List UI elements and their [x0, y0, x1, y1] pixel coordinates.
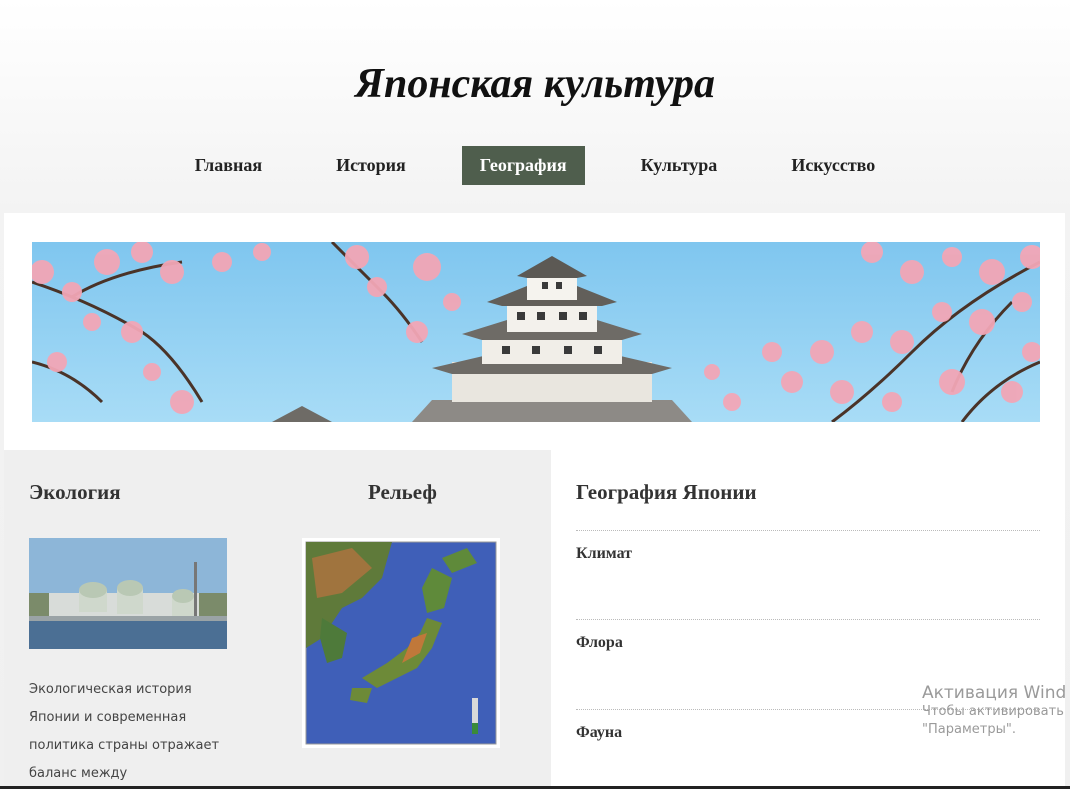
- section-fauna[interactable]: Фауна: [576, 724, 622, 742]
- left-panel: Экология Рельеф Экологическая история Яп…: [4, 450, 551, 789]
- ecology-text-line: Экологическая история: [29, 682, 192, 697]
- banner-container: [4, 213, 1065, 450]
- geography-heading: География Японии: [576, 480, 757, 504]
- relief-heading: Рельеф: [368, 480, 437, 504]
- nav-item-culture[interactable]: Культура: [623, 146, 736, 185]
- main-nav: Главная История География Культура Искус…: [0, 146, 1070, 185]
- site-title: Японская культура: [355, 61, 715, 107]
- watermark-line: Чтобы активировать: [922, 704, 1064, 719]
- watermark-line: "Параметры".: [922, 722, 1016, 737]
- watermark-title: Активация Wind: [922, 683, 1067, 703]
- ecology-text-line: Японии и современная: [29, 710, 187, 725]
- ecology-text-line: баланс между: [29, 766, 128, 781]
- section-flora[interactable]: Флора: [576, 634, 623, 652]
- activation-watermark: Активация Wind Чтобы активировать "Парам…: [922, 683, 1066, 739]
- nav-item-art[interactable]: Искусство: [773, 146, 893, 185]
- nav-item-geography[interactable]: География: [461, 146, 585, 185]
- ecology-text-line: политика страны отражает: [29, 738, 220, 753]
- banner-image: [32, 242, 1040, 422]
- nav-item-home[interactable]: Главная: [177, 146, 280, 185]
- ecology-heading: Экология: [29, 480, 121, 504]
- ecology-text: Экологическая история Японии и современн…: [29, 676, 229, 788]
- divider: [576, 530, 1040, 531]
- relief-map-image: [302, 538, 500, 748]
- section-climate[interactable]: Климат: [576, 545, 632, 563]
- divider: [576, 619, 1040, 620]
- nav-item-history[interactable]: История: [318, 146, 424, 185]
- ecology-image: [29, 538, 227, 649]
